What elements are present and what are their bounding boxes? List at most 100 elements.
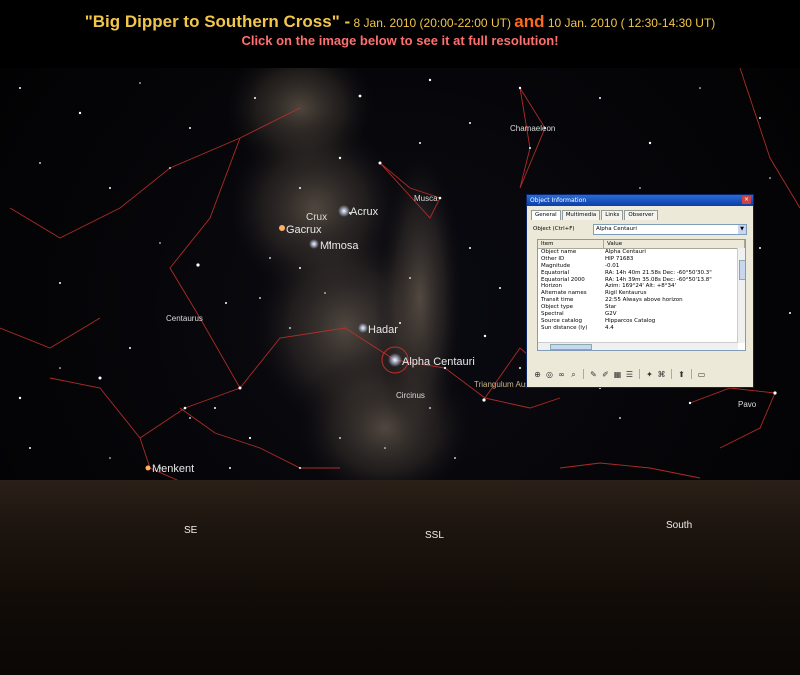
row-item: Other ID (541, 255, 565, 262)
direction-south: South (666, 520, 693, 531)
dialog-title: Object Information (530, 197, 587, 204)
row-item: Object name (541, 249, 577, 255)
table-row[interactable]: Object name Alpha Centauri (538, 249, 745, 256)
subtitle-link[interactable]: Click on the image below to see it at fu… (0, 33, 800, 48)
page-title: "Big Dipper to Southern Cross" - 8 Jan. … (0, 12, 800, 32)
pavo-label: Pavo (738, 400, 757, 409)
link-icon[interactable]: ⌘ (657, 370, 666, 379)
object-information-dialog[interactable]: Object Information × General Multimedia Li… (526, 194, 754, 388)
column-header-item[interactable]: Item (538, 240, 604, 248)
row-value: 4.4 (605, 324, 614, 331)
toolbar-separator (671, 369, 672, 379)
table-row[interactable]: Equatorial RA: 14h 40m 21.58s Dec: -60°50… (538, 270, 745, 277)
scroll-thumb[interactable] (739, 260, 745, 280)
musca-label: Musca (414, 194, 438, 203)
chevron-down-icon[interactable]: ▼ (738, 225, 746, 234)
target-icon[interactable]: ◎ (545, 370, 554, 379)
pin-icon[interactable]: ⊕ (533, 370, 542, 379)
centaurus-label: Centaurus (166, 314, 203, 323)
vertical-scrollbar[interactable] (737, 248, 745, 343)
horizon-ground (0, 480, 800, 675)
tab-multimedia[interactable]: Multimedia (561, 210, 601, 220)
row-item: Alternate names (541, 290, 587, 297)
row-value: HIP 71683 (605, 255, 634, 262)
object-field-label: Object (Ctrl+F) (533, 226, 575, 232)
edit-icon[interactable]: ✎ (589, 370, 598, 379)
title-date-2: 10 Jan. 2010 ( 12:30-14:30 UT) (544, 16, 716, 30)
folder-icon[interactable]: ▭ (697, 370, 706, 379)
tab-observer[interactable]: Observer (624, 210, 658, 220)
tab-links[interactable]: Links (601, 210, 624, 220)
scroll-thumb[interactable] (550, 344, 592, 350)
mimosa-star (309, 239, 319, 249)
row-item: Object type (541, 304, 573, 311)
object-select-value: Alpha Centauri (596, 226, 637, 232)
gacrux-star (279, 225, 285, 231)
dialog-tabs: General Multimedia Links Observer (531, 210, 659, 220)
alpha-centauri-star[interactable] (388, 353, 402, 367)
magic-icon[interactable]: ✦ (645, 370, 654, 379)
list-icon[interactable]: ☰ (625, 370, 634, 379)
circinus-label: Circinus (396, 391, 425, 400)
horizontal-scrollbar[interactable] (538, 342, 738, 350)
row-item: Sun distance (ly) (541, 324, 588, 331)
chamaeleon-label: Chamaeleon (510, 124, 556, 133)
row-value: Rigil Kentaurus (605, 290, 647, 297)
grid-icon[interactable]: ▦ (613, 370, 622, 379)
table-row[interactable]: Alternate names Rigil Kentaurus (538, 290, 745, 297)
table-row[interactable]: Magnitude -0.01 (538, 263, 745, 270)
row-item: Equatorial (541, 269, 570, 276)
row-item: Source catalog (541, 317, 582, 324)
gacrux-label: Gacrux (286, 224, 322, 236)
row-item: Spectral (541, 311, 564, 318)
sky-image[interactable]: Crux Acrux Gacrux Mimosa Musca Hadar Alp… (0, 68, 800, 675)
hadar-star (358, 323, 368, 333)
grid-rows: Object name Alpha Centauri Other ID HIP 716… (538, 249, 745, 332)
title-main: "Big Dipper to Southern Cross" - (84, 12, 351, 31)
object-info-grid[interactable]: Item Value Object name Alpha Centauri Othe… (537, 239, 746, 351)
row-item: Horizon (541, 283, 563, 290)
menkent-star (145, 465, 151, 471)
toolbar-separator (583, 369, 584, 379)
table-row[interactable]: Horizon Azim: 169°24' Alt: +8°34' (538, 283, 745, 290)
row-value: RA: 14h 40m 21.58s Dec: -60°50'30.3" (605, 269, 712, 276)
table-row[interactable]: Object type Star (538, 304, 745, 311)
row-value: -0.01 (605, 262, 620, 269)
direction-ssl: SSL (425, 530, 444, 541)
tab-general[interactable]: General (531, 210, 561, 220)
row-value: RA: 14h 39m 35.08s Dec: -60°50'13.8" (605, 276, 712, 283)
table-row[interactable]: Spectral G2V (538, 311, 745, 318)
note-icon[interactable]: ✐ (601, 370, 610, 379)
row-value: 22:55 Always above horizon (605, 297, 683, 304)
dialog-title-bar[interactable]: Object Information × (527, 195, 753, 206)
toolbar-separator (691, 369, 692, 379)
row-value: G2V (605, 311, 617, 318)
hadar-label: Hadar (368, 324, 398, 336)
acrux-star (338, 205, 350, 217)
table-row[interactable]: Other ID HIP 71683 (538, 256, 745, 263)
dialog-close-button[interactable]: × (742, 196, 751, 204)
binoculars-icon[interactable]: ∞ (557, 370, 566, 379)
table-row[interactable]: Transit time 22:55 Always above horizon (538, 297, 745, 304)
milky-way-band (375, 138, 465, 458)
dialog-toolbar: ⊕ ◎ ∞ ⌕ ✎ ✐ ▦ ☰ ✦ ⌘ ⬆ ▭ (533, 367, 747, 381)
title-date-1: 8 Jan. 2010 (20:00-22:00 UT) (350, 16, 515, 30)
telescope-icon[interactable]: ⌕ (569, 370, 578, 379)
row-value: Alpha Centauri (605, 249, 646, 255)
toolbar-separator (639, 369, 640, 379)
up-arrow-icon[interactable]: ⬆ (677, 370, 686, 379)
mimosa-label: Mimosa (320, 240, 359, 252)
grid-header: Item Value (538, 240, 745, 249)
table-row[interactable]: Sun distance (ly) 4.4 (538, 325, 745, 332)
crux-label: Crux (306, 212, 328, 223)
table-row[interactable]: Equatorial 2000 RA: 14h 39m 35.08s Dec: -… (538, 277, 745, 284)
object-select[interactable]: Alpha Centauri ▼ (593, 224, 747, 235)
row-item: Equatorial 2000 (541, 276, 585, 283)
column-header-value[interactable]: Value (604, 240, 745, 248)
direction-se: SE (184, 525, 198, 536)
menkent-label: Menkent (152, 463, 195, 475)
table-row[interactable]: Source catalog Hipparcos Catalog (538, 318, 745, 325)
row-value: Star (605, 304, 617, 311)
row-value: Azim: 169°24' Alt: +8°34' (605, 283, 677, 290)
acrux-label: Acrux (350, 206, 379, 218)
